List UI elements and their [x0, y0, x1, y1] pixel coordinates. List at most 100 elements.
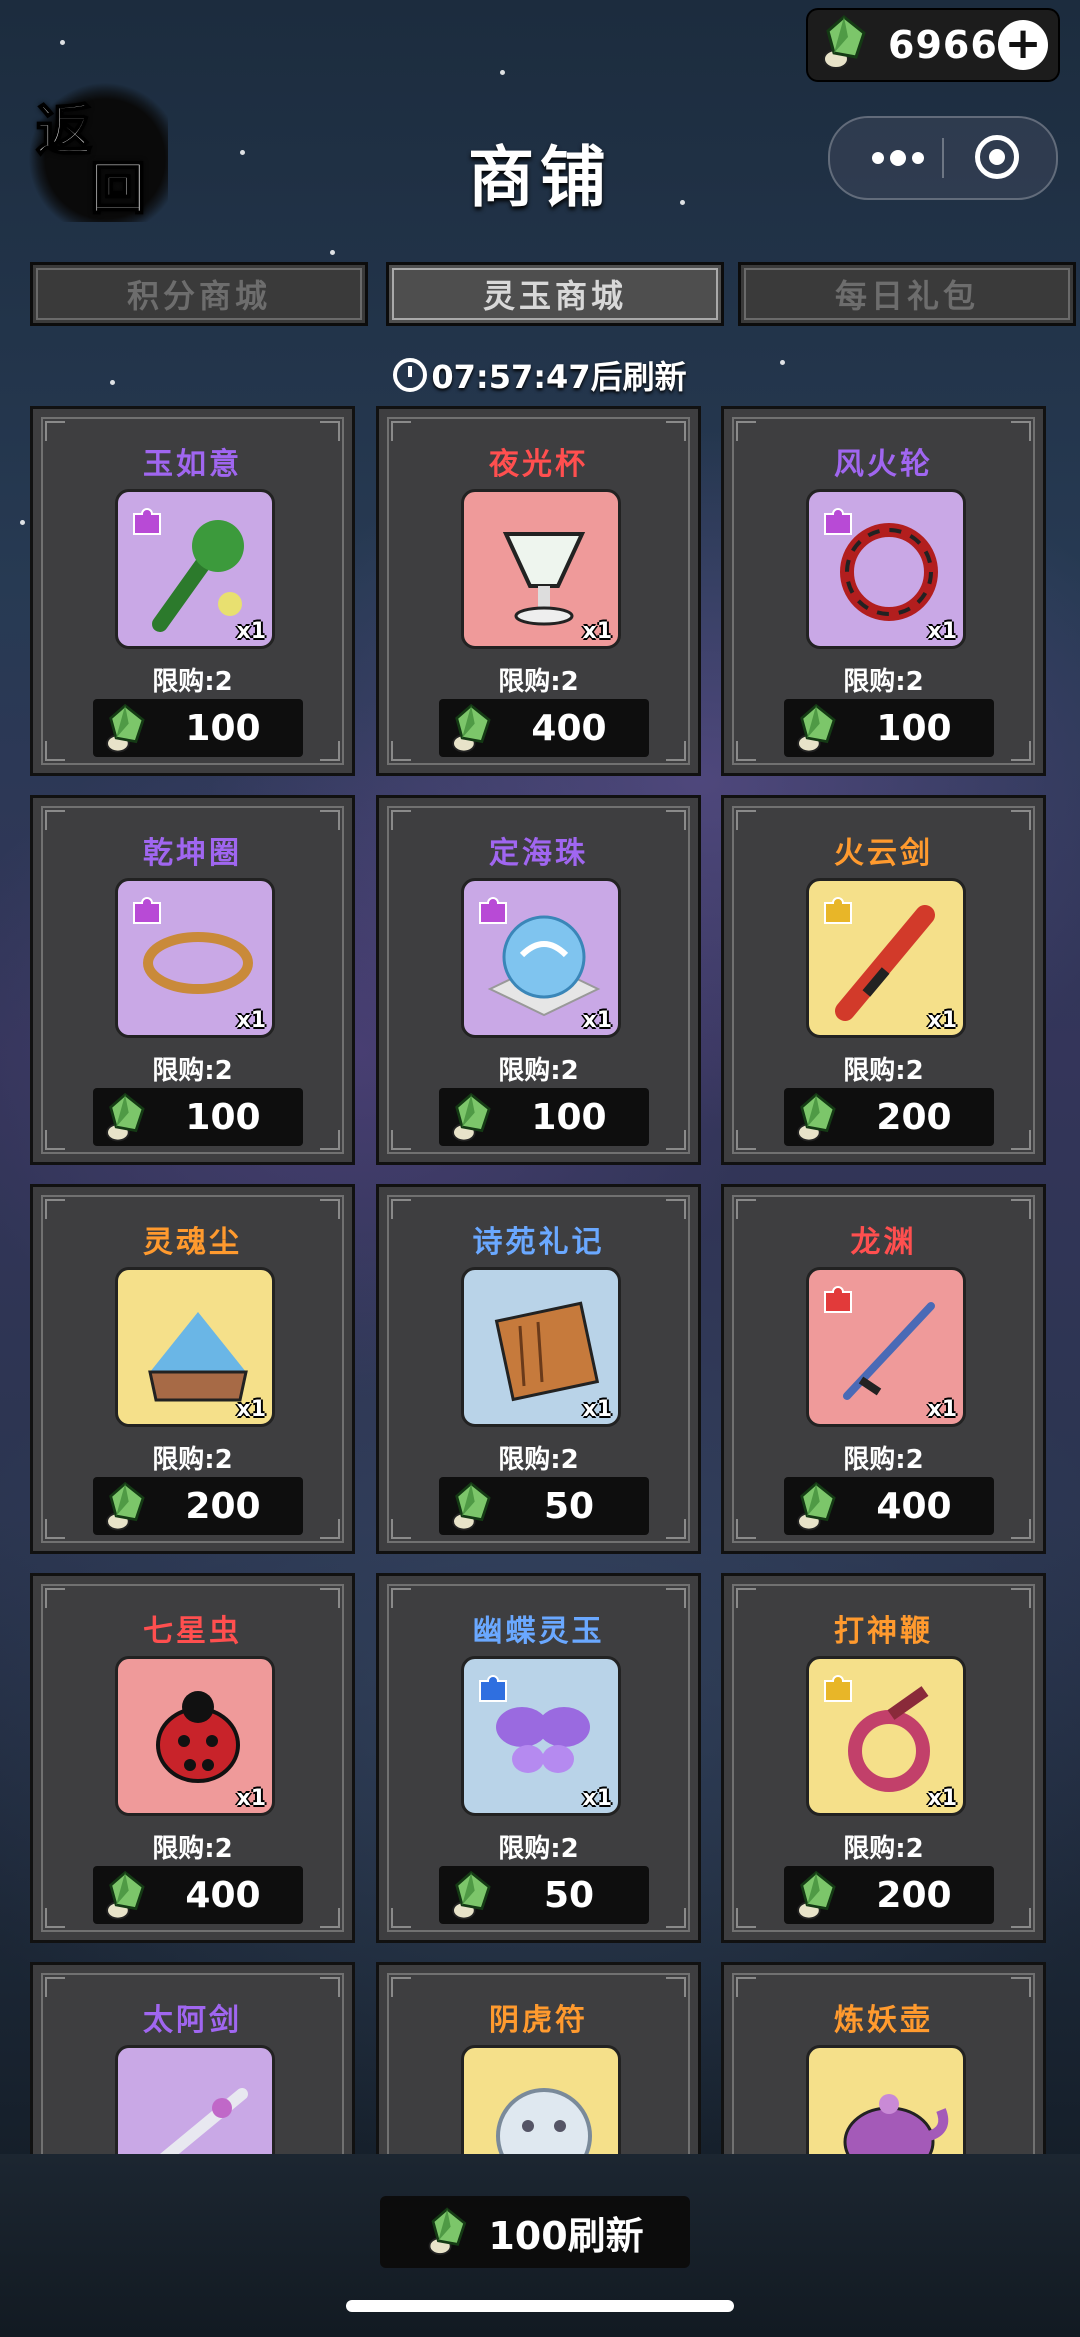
card-corner-ornament [666, 421, 686, 441]
jade-gem-icon [103, 1869, 149, 1927]
puzzle-piece-icon [824, 897, 852, 924]
shop-item-card[interactable]: 火云剑 x1 限购:2 200 [721, 795, 1046, 1165]
card-corner-ornament [45, 421, 65, 441]
buy-button[interactable]: 50 [439, 1477, 649, 1535]
card-corner-ornament [320, 1130, 340, 1150]
item-name: 阴虎符 [489, 2003, 588, 2038]
shop-item-card[interactable]: 乾坤圈 x1 限购:2 100 [30, 795, 355, 1165]
item-price: 200 [876, 1097, 952, 1138]
refresh-button-label: 100刷新 [488, 2213, 644, 2258]
shop-item-card[interactable]: 打神鞭 x1 限购:2 200 [721, 1573, 1046, 1943]
item-icon-frame [806, 2045, 966, 2154]
card-corner-ornament [736, 1519, 756, 1539]
jade-gem-icon [103, 702, 149, 760]
item-icon-frame: x1 [115, 489, 275, 649]
buy-button[interactable]: 50 [439, 1866, 649, 1924]
card-corner-ornament [320, 1519, 340, 1539]
purchase-limit: 限购:2 [843, 667, 924, 697]
card-corner-ornament [391, 1977, 411, 1997]
card-corner-ornament [666, 1588, 686, 1608]
shop-item-card[interactable]: 玉如意 x1 限购:2 100 [30, 406, 355, 776]
tab-points-mall[interactable]: 积分商城 [30, 262, 368, 326]
purchase-limit: 限购:2 [152, 1056, 233, 1086]
buy-button[interactable]: 100 [784, 699, 994, 757]
shop-item-card[interactable]: 太阿剑 [30, 1962, 355, 2154]
shop-item-card[interactable]: 七星虫 x1 限购:2 400 [30, 1573, 355, 1943]
purchase-limit: 限购:2 [152, 667, 233, 697]
card-corner-ornament [1011, 1130, 1031, 1150]
more-icon[interactable] [866, 144, 930, 172]
purchase-limit: 限购:2 [152, 1834, 233, 1864]
card-corner-ornament [736, 810, 756, 830]
card-corner-ornament [320, 1199, 340, 1219]
card-corner-ornament [1011, 1588, 1031, 1608]
shop-item-card[interactable]: 炼妖壶 [721, 1962, 1046, 2154]
buy-button[interactable]: 200 [784, 1088, 994, 1146]
item-price: 100 [185, 1097, 261, 1138]
card-corner-ornament [391, 1519, 411, 1539]
buy-button[interactable]: 200 [784, 1866, 994, 1924]
card-corner-ornament [666, 741, 686, 761]
shop-item-card[interactable]: 诗苑礼记 x1 限购:2 50 [376, 1184, 701, 1554]
item-quantity: x1 [582, 1397, 613, 1422]
item-icon-frame [115, 2045, 275, 2154]
item-name: 幽蝶灵玉 [472, 1614, 605, 1649]
add-currency-button[interactable]: + [998, 20, 1048, 70]
jade-gem-icon [449, 1091, 495, 1149]
buy-button[interactable]: 400 [784, 1477, 994, 1535]
close-target-icon[interactable] [975, 135, 1019, 179]
card-corner-ornament [320, 1908, 340, 1928]
item-icon-frame: x1 [806, 1656, 966, 1816]
puzzle-piece-icon [824, 1675, 852, 1702]
item-price: 100 [531, 1097, 607, 1138]
tab-jade-mall[interactable]: 灵玉商城 [386, 262, 724, 326]
card-corner-ornament [1011, 1977, 1031, 1997]
item-icon-frame: x1 [461, 489, 621, 649]
shop-item-card[interactable]: 阴虎符 [376, 1962, 701, 2154]
buy-button[interactable]: 400 [439, 699, 649, 757]
item-icon-frame: x1 [806, 489, 966, 649]
card-corner-ornament [666, 1908, 686, 1928]
item-quantity: x1 [927, 1397, 958, 1422]
refresh-shop-button[interactable]: 100刷新 [380, 2196, 690, 2268]
item-name: 灵魂尘 [143, 1225, 242, 1260]
buy-button[interactable]: 200 [93, 1477, 303, 1535]
shop-item-card[interactable]: 夜光杯 x1 限购:2 400 [376, 406, 701, 776]
card-corner-ornament [666, 1130, 686, 1150]
card-corner-ornament [391, 1588, 411, 1608]
jade-gem-icon [794, 1480, 840, 1538]
shop-item-card[interactable]: 风火轮 x1 限购:2 100 [721, 406, 1046, 776]
buy-button[interactable]: 400 [93, 1866, 303, 1924]
jade-gem-icon [794, 1091, 840, 1149]
purchase-limit: 限购:2 [152, 1445, 233, 1475]
item-quantity: x1 [927, 1786, 958, 1811]
card-corner-ornament [320, 421, 340, 441]
card-corner-ornament [666, 810, 686, 830]
buy-button[interactable]: 100 [439, 1088, 649, 1146]
buy-button[interactable]: 100 [93, 699, 303, 757]
card-corner-ornament [1011, 810, 1031, 830]
card-corner-ornament [45, 1977, 65, 1997]
jade-gem-icon [449, 1480, 495, 1538]
puzzle-piece-icon [133, 508, 161, 535]
shop-item-card[interactable]: 定海珠 x1 限购:2 100 [376, 795, 701, 1165]
card-corner-ornament [391, 1130, 411, 1150]
item-name: 炼妖壶 [834, 2003, 933, 2038]
pot-icon [843, 2094, 949, 2154]
item-icon-frame: x1 [115, 1656, 275, 1816]
shop-item-card[interactable]: 灵魂尘 x1 限购:2 200 [30, 1184, 355, 1554]
shop-item-card[interactable]: 龙渊 x1 限购:2 400 [721, 1184, 1046, 1554]
card-corner-ornament [1011, 1199, 1031, 1219]
item-icon-frame: x1 [115, 878, 275, 1038]
shop-item-card[interactable]: 幽蝶灵玉 x1 限购:2 50 [376, 1573, 701, 1943]
card-corner-ornament [736, 1588, 756, 1608]
item-icon-frame: x1 [806, 1267, 966, 1427]
tab-daily-gift[interactable]: 每日礼包 [738, 262, 1076, 326]
buy-button[interactable]: 100 [93, 1088, 303, 1146]
item-icon-frame: x1 [806, 878, 966, 1038]
puzzle-piece-icon [133, 897, 161, 924]
jade-gem-icon [820, 13, 870, 77]
item-price: 400 [876, 1486, 952, 1527]
item-name: 夜光杯 [489, 447, 588, 482]
item-price: 200 [876, 1875, 952, 1916]
